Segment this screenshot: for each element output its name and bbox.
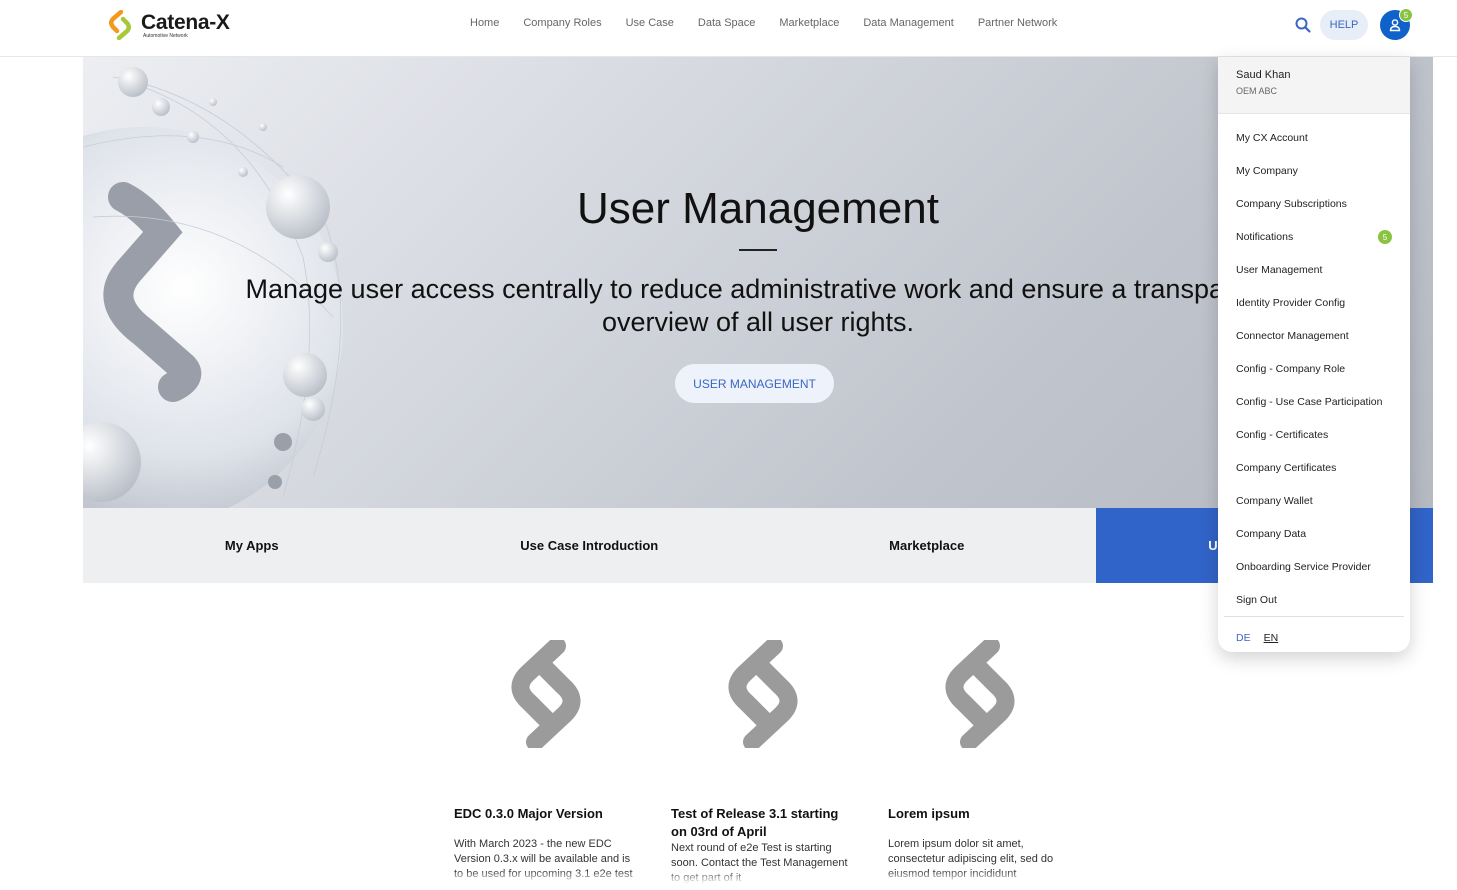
menu-item-config-company-role[interactable]: Config - Company Role	[1218, 352, 1410, 385]
hero-divider	[739, 249, 777, 251]
user-name: Saud Khan	[1236, 69, 1291, 81]
news-section: EDC 0.3.0 Major Version With March 2023 …	[454, 640, 1070, 886]
menu-item-my-cx-account[interactable]: My CX Account	[1218, 121, 1410, 154]
nav-item-data-space[interactable]: Data Space	[698, 17, 755, 29]
news-title: Lorem ipsum	[888, 806, 970, 821]
news-title: Test of Release 3.1 starting on 03rd of …	[671, 806, 839, 839]
main-navigation: Home Company Roles Use Case Data Space M…	[470, 17, 1057, 29]
catena-x-logo-icon	[109, 10, 131, 40]
language-en[interactable]: EN	[1264, 632, 1279, 644]
nav-item-marketplace[interactable]: Marketplace	[779, 17, 839, 29]
menu-item-company-wallet[interactable]: Company Wallet	[1218, 484, 1410, 517]
search-icon[interactable]	[1294, 16, 1312, 34]
menu-item-notifications[interactable]: Notifications 5	[1218, 220, 1410, 253]
catena-x-logo-icon	[945, 640, 1015, 748]
logo-tagline: Automotive Network	[143, 32, 188, 39]
nav-item-data-management[interactable]: Data Management	[863, 17, 954, 29]
catena-x-logo-icon	[511, 640, 581, 748]
news-image	[454, 640, 636, 800]
menu-item-user-management[interactable]: User Management	[1218, 253, 1410, 286]
news-title: EDC 0.3.0 Major Version	[454, 806, 603, 821]
help-button[interactable]: HELP	[1320, 10, 1368, 40]
tab-use-case-introduction[interactable]: Use Case Introduction	[421, 508, 759, 583]
hero-description: Manage user access centrally to reduce a…	[245, 274, 1271, 337]
nav-item-partner-network[interactable]: Partner Network	[978, 17, 1057, 29]
menu-item-sign-out[interactable]: Sign Out	[1218, 583, 1410, 616]
menu-item-my-company[interactable]: My Company	[1218, 154, 1410, 187]
menu-item-connector-management[interactable]: Connector Management	[1218, 319, 1410, 352]
top-navigation-bar: Catena-X Automotive Network Home Company…	[0, 0, 1457, 57]
language-switcher: DE EN	[1218, 617, 1410, 652]
logo-name: Catena-X	[141, 10, 230, 34]
nav-item-use-case[interactable]: Use Case	[626, 17, 674, 29]
bottom-fade	[0, 870, 1457, 890]
user-menu-list: My CX Account My Company Company Subscri…	[1218, 114, 1410, 616]
catena-x-logo-icon	[728, 640, 798, 748]
user-info: Saud Khan OEM ABC	[1218, 57, 1410, 114]
nav-item-home[interactable]: Home	[470, 17, 499, 29]
menu-item-identity-provider-config[interactable]: Identity Provider Config	[1218, 286, 1410, 319]
news-card[interactable]: EDC 0.3.0 Major Version With March 2023 …	[454, 640, 636, 886]
person-icon	[1389, 19, 1401, 32]
news-image	[888, 640, 1070, 800]
notification-badge: 5	[1378, 230, 1392, 244]
catena-x-logo[interactable]: Catena-X Automotive Network	[105, 10, 230, 40]
tab-my-apps[interactable]: My Apps	[83, 508, 421, 583]
news-card[interactable]: Lorem ipsum Lorem ipsum dolor sit amet, …	[888, 640, 1070, 886]
nav-item-company-roles[interactable]: Company Roles	[523, 17, 601, 29]
menu-item-company-certificates[interactable]: Company Certificates	[1218, 451, 1410, 484]
menu-item-company-data[interactable]: Company Data	[1218, 517, 1410, 550]
user-management-button[interactable]: USER MANAGEMENT	[675, 364, 834, 403]
language-de[interactable]: DE	[1236, 632, 1251, 644]
notification-count-badge: 5	[1399, 8, 1413, 22]
news-image	[671, 640, 853, 800]
menu-item-company-subscriptions[interactable]: Company Subscriptions	[1218, 187, 1410, 220]
menu-item-config-certificates[interactable]: Config - Certificates	[1218, 418, 1410, 451]
user-dropdown-menu: Saud Khan OEM ABC My CX Account My Compa…	[1218, 57, 1410, 652]
menu-item-onboarding-service-provider[interactable]: Onboarding Service Provider	[1218, 550, 1410, 583]
user-company: OEM ABC	[1236, 86, 1278, 96]
news-card[interactable]: Test of Release 3.1 starting on 03rd of …	[671, 640, 853, 886]
menu-item-label: Notifications	[1236, 230, 1294, 243]
menu-item-config-use-case-participation[interactable]: Config - Use Case Participation	[1218, 385, 1410, 418]
tab-marketplace[interactable]: Marketplace	[758, 508, 1096, 583]
